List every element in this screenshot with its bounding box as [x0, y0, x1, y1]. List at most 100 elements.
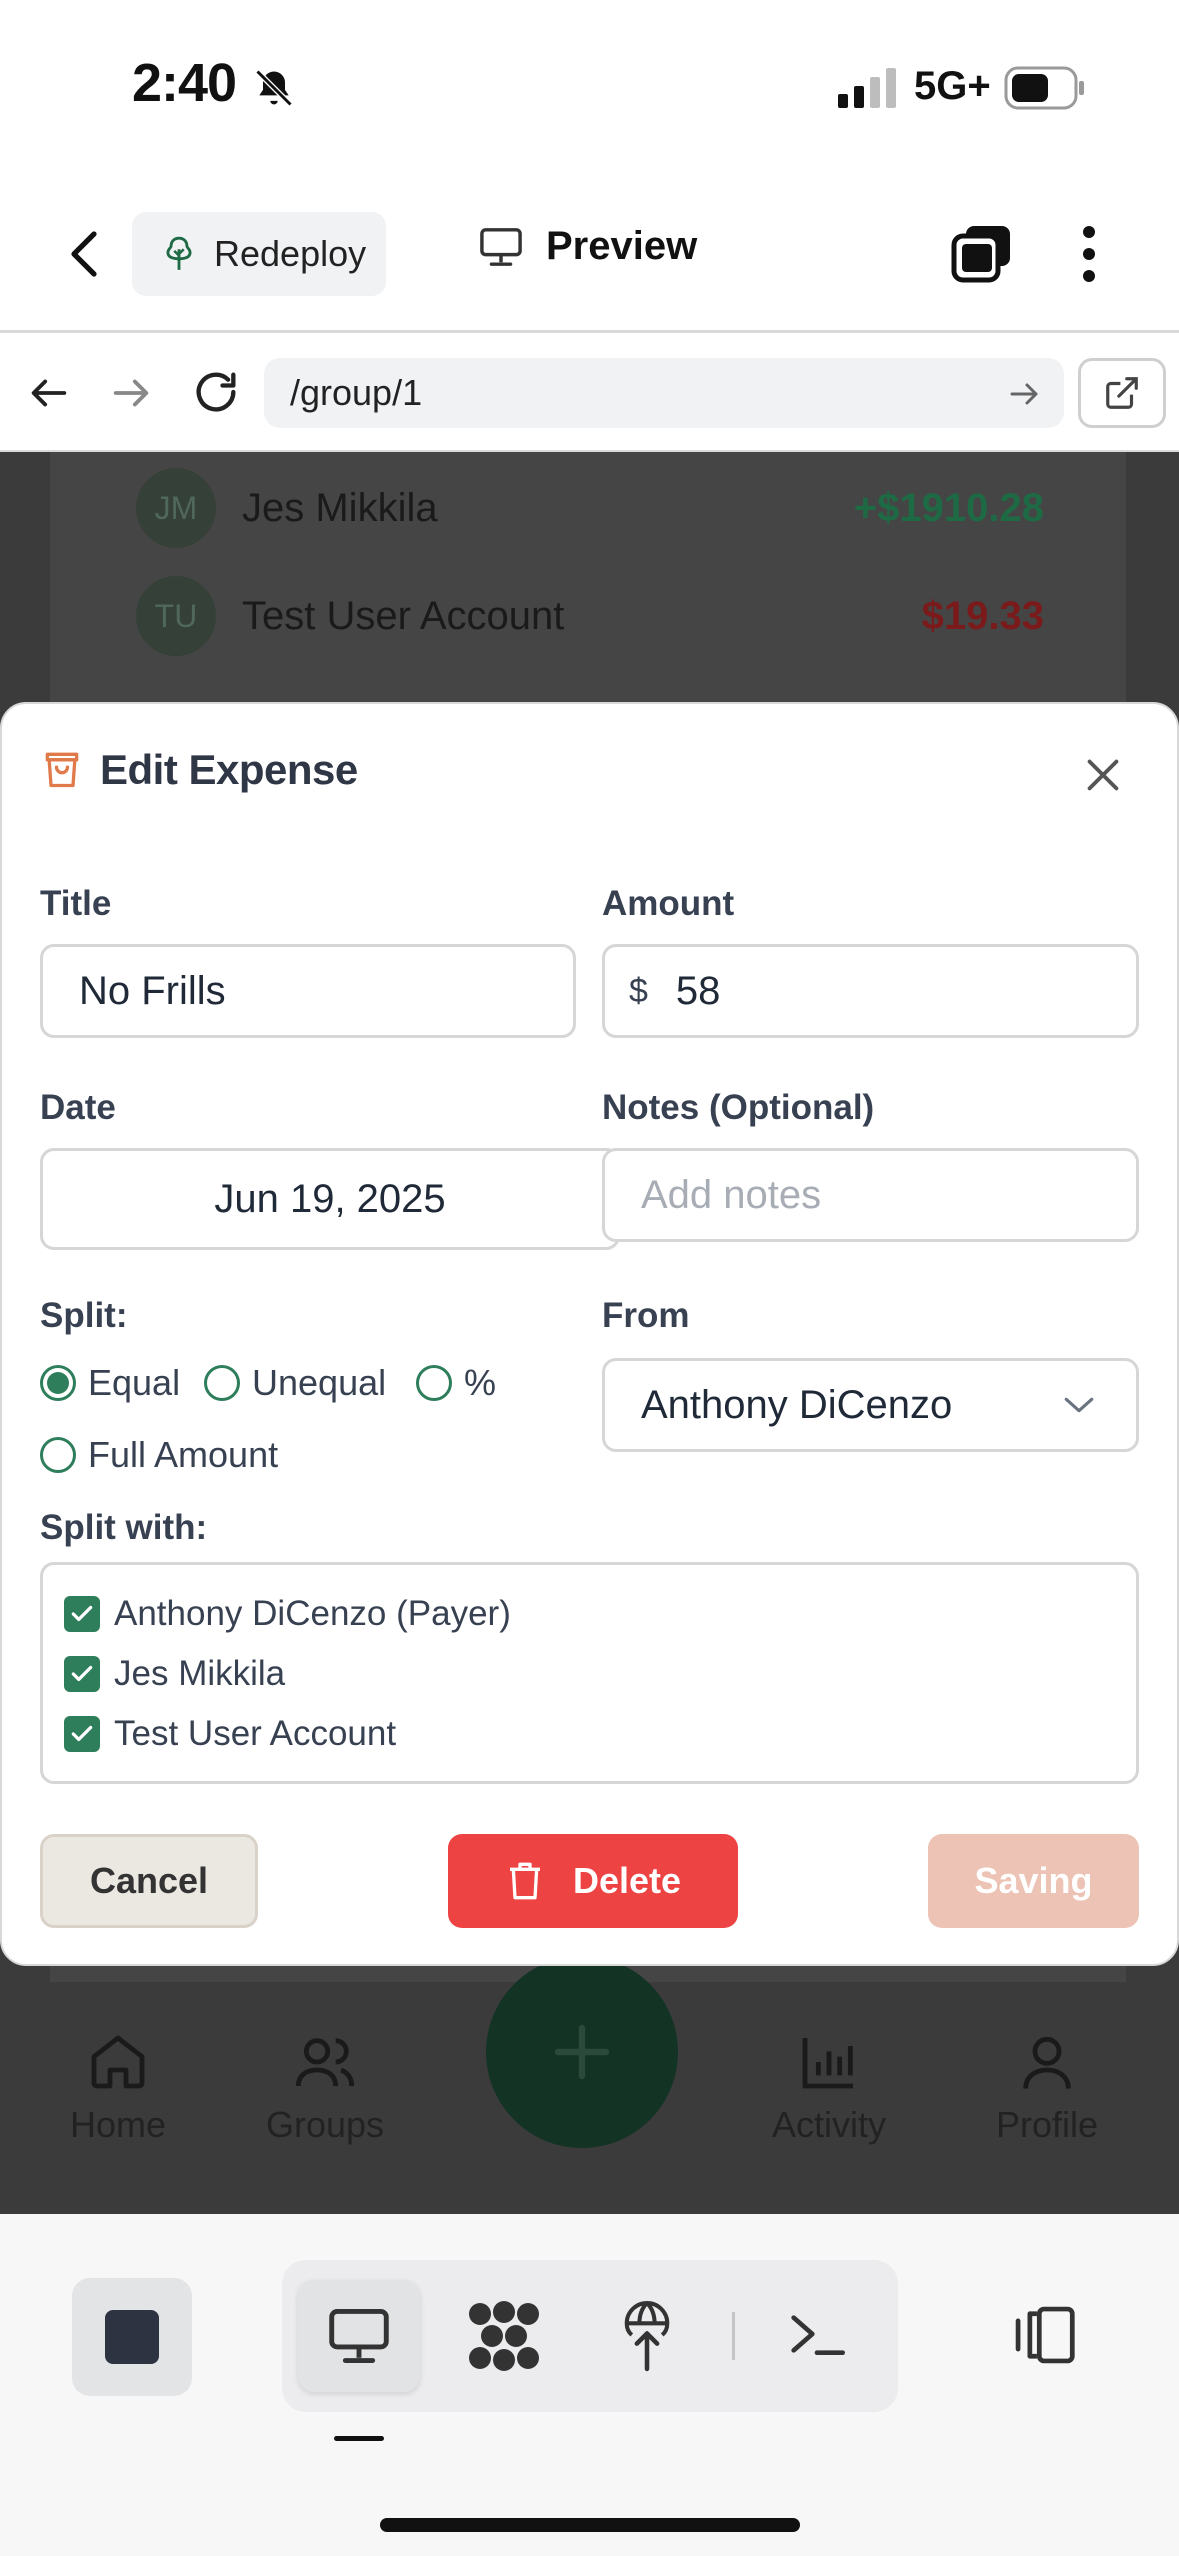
- radio-button[interactable]: [40, 1437, 76, 1473]
- nav-label: Profile: [996, 2104, 1099, 2145]
- from-value: Anthony DiCenzo: [641, 1382, 953, 1427]
- from-select[interactable]: Anthony DiCenzo: [602, 1358, 1139, 1452]
- split-with-item[interactable]: Test User Account: [64, 1714, 396, 1754]
- date-label: Date: [40, 1088, 116, 1127]
- checkbox[interactable]: [64, 1656, 100, 1692]
- checkbox[interactable]: [64, 1596, 100, 1632]
- member-balance: $19.33: [921, 593, 1044, 638]
- modal-title: Edit Expense: [100, 746, 358, 793]
- components-icon[interactable]: [466, 2300, 542, 2372]
- radio-label: %: [464, 1362, 497, 1403]
- avatar: JM: [136, 468, 216, 548]
- battery-icon: [1004, 66, 1086, 110]
- reload-icon[interactable]: [190, 366, 242, 418]
- nav-profile[interactable]: Profile: [996, 2030, 1098, 2146]
- signal-icon: [838, 68, 900, 108]
- member-name: Jes Mikkila: [242, 485, 438, 530]
- go-arrow-icon[interactable]: [1006, 376, 1042, 412]
- preview-tab[interactable]: Preview: [478, 224, 697, 269]
- trash-icon: [505, 1859, 545, 1903]
- nav-activity[interactable]: Activity: [772, 2030, 886, 2146]
- bell-slash-icon: [252, 66, 296, 110]
- stop-button[interactable]: [72, 2278, 192, 2396]
- home-indicator[interactable]: [380, 2518, 800, 2532]
- tree-icon: [160, 235, 198, 273]
- home-icon: [85, 2030, 151, 2094]
- url-input[interactable]: /group/1: [264, 358, 1064, 428]
- external-link-icon: [1103, 374, 1141, 412]
- split-with-label: Split with:: [40, 1508, 208, 1547]
- title-label: Title: [40, 884, 112, 923]
- user-icon: [1014, 2030, 1080, 2094]
- split-with-name: Anthony DiCenzo (Payer): [114, 1594, 511, 1633]
- status-time: 2:40: [132, 53, 237, 113]
- tabs-icon[interactable]: [950, 222, 1014, 284]
- split-option-full[interactable]: Full Amount: [40, 1434, 278, 1476]
- nav-label: Activity: [772, 2104, 887, 2145]
- from-label: From: [602, 1296, 690, 1335]
- notes-input[interactable]: Add notes: [602, 1148, 1139, 1242]
- preview-label: Preview: [546, 224, 698, 268]
- currency-symbol: $: [629, 971, 648, 1010]
- desktop-view-button[interactable]: [298, 2280, 420, 2392]
- back-chevron-icon[interactable]: [62, 226, 110, 282]
- split-option-equal[interactable]: Equal: [40, 1362, 180, 1404]
- title-input[interactable]: No Frills: [40, 944, 576, 1038]
- date-value: Jun 19, 2025: [214, 1176, 446, 1221]
- amount-label: Amount: [602, 884, 735, 923]
- amount-input[interactable]: $ 58: [602, 944, 1139, 1038]
- nav-groups[interactable]: Groups: [266, 2030, 384, 2146]
- member-row: JM Jes Mikkila +$1910.28: [136, 468, 1044, 548]
- shopping-bag-icon: [40, 746, 84, 792]
- split-option-unequal[interactable]: Unequal: [204, 1362, 386, 1404]
- radio-label: Equal: [88, 1362, 181, 1403]
- notes-label: Notes (Optional): [602, 1088, 875, 1127]
- radio-label: Full Amount: [88, 1434, 279, 1475]
- split-with-item[interactable]: Jes Mikkila: [64, 1654, 285, 1694]
- side-panel-icon[interactable]: [1008, 2302, 1080, 2368]
- radio-button[interactable]: [204, 1365, 240, 1401]
- bar-chart-icon: [796, 2030, 862, 2094]
- checkbox[interactable]: [64, 1716, 100, 1752]
- monitor-icon: [326, 2306, 392, 2366]
- terminal-icon[interactable]: [786, 2306, 848, 2362]
- redeploy-button[interactable]: Redeploy: [132, 212, 386, 296]
- radio-button[interactable]: [40, 1365, 76, 1401]
- cancel-button[interactable]: Cancel: [40, 1834, 258, 1928]
- close-icon[interactable]: [1080, 752, 1126, 798]
- network-label: 5G+: [914, 64, 991, 108]
- date-input[interactable]: Jun 19, 2025: [40, 1148, 620, 1250]
- chevron-down-icon: [1062, 1394, 1096, 1416]
- monitor-icon: [478, 226, 524, 268]
- redeploy-label: Redeploy: [214, 233, 367, 274]
- more-vertical-icon[interactable]: [1080, 224, 1098, 284]
- nav-forward-arrow-icon[interactable]: [108, 370, 154, 416]
- split-option-percent[interactable]: %: [416, 1362, 496, 1404]
- toolbar-separator: [732, 2312, 735, 2360]
- notes-placeholder: Add notes: [641, 1172, 822, 1217]
- nav-home[interactable]: Home: [70, 2030, 166, 2146]
- url-text: /group/1: [290, 372, 423, 413]
- plus-icon: [550, 2020, 614, 2084]
- member-row: TU Test User Account $19.33: [136, 576, 1044, 656]
- radio-button[interactable]: [416, 1365, 452, 1401]
- split-with-item[interactable]: Anthony DiCenzo (Payer): [64, 1594, 511, 1634]
- split-label: Split:: [40, 1296, 128, 1335]
- member-balance: +$1910.28: [853, 485, 1044, 530]
- nav-back-arrow-icon[interactable]: [26, 370, 72, 416]
- split-with-name: Jes Mikkila: [114, 1654, 286, 1693]
- deploy-icon[interactable]: [616, 2298, 678, 2374]
- title-value: No Frills: [79, 968, 226, 1013]
- add-expense-button[interactable]: [486, 1956, 678, 2148]
- users-icon: [292, 2030, 358, 2094]
- member-name: Test User Account: [242, 593, 565, 638]
- nav-label: Home: [70, 2104, 167, 2145]
- delete-button[interactable]: Delete: [448, 1834, 738, 1928]
- open-external-button[interactable]: [1078, 358, 1166, 428]
- nav-label: Groups: [266, 2104, 385, 2145]
- saving-button[interactable]: Saving: [928, 1834, 1139, 1928]
- stop-icon: [105, 2310, 159, 2364]
- split-with-name: Test User Account: [114, 1714, 397, 1753]
- radio-label: Unequal: [252, 1362, 387, 1403]
- delete-label: Delete: [572, 1860, 682, 1901]
